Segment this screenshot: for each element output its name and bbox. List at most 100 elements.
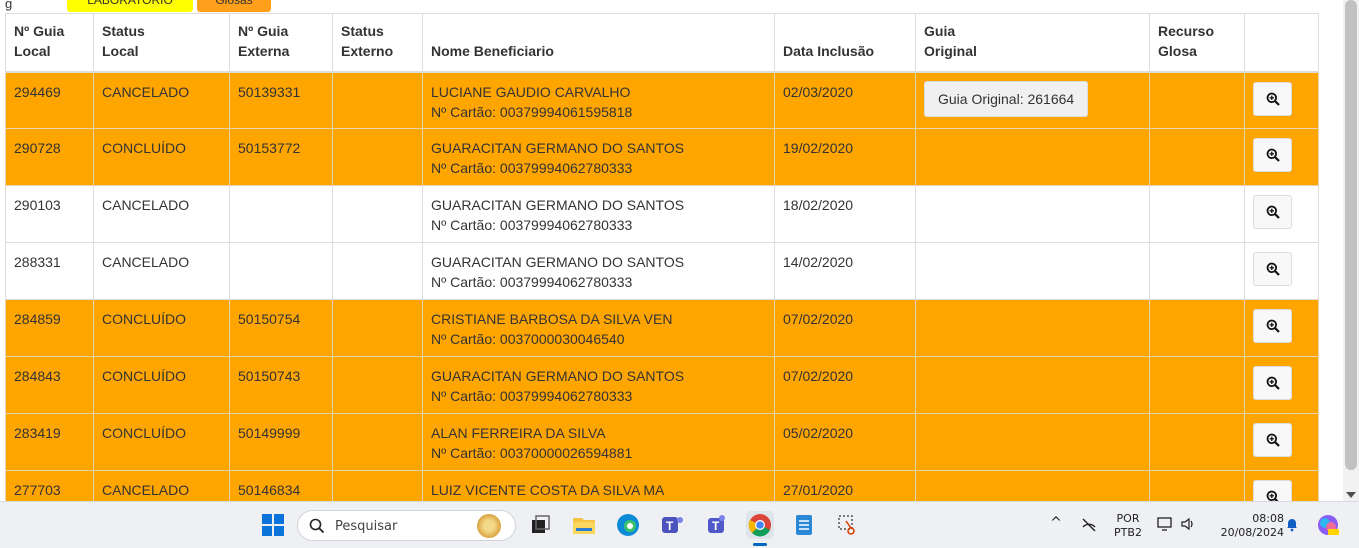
zoom-in-icon [1266, 205, 1280, 219]
actions-cell [1244, 242, 1319, 300]
header-line-1: Status [341, 22, 384, 39]
view-details-button[interactable] [1253, 81, 1292, 116]
status-local-cell: CANCELADO [93, 71, 230, 129]
guia-local-cell: 288331 [5, 242, 94, 300]
task-view-icon[interactable] [526, 511, 554, 539]
table-row: 284859 CONCLUÍDO 50150754 CRISTIANE BARBOSA… [5, 299, 1319, 357]
guia-original-cell [915, 413, 1150, 471]
header-line-2: Local [14, 42, 51, 59]
guia-externa-cell: 50153772 [229, 128, 333, 186]
actions-cell [1244, 356, 1319, 414]
header-line-1: Guia [924, 22, 956, 39]
guia-externa-cell: 50146834 [229, 470, 333, 501]
column-header: Data Inclusão [774, 13, 916, 73]
guia-original-button[interactable]: Guia Original: 261664 [924, 80, 1089, 117]
glosas-button[interactable]: Glosas [197, 0, 271, 12]
guia-externa-cell [229, 242, 333, 300]
view-details-button[interactable] [1253, 480, 1292, 501]
language-code: POR [1116, 512, 1140, 525]
recurso-glosa-cell [1149, 71, 1245, 129]
snipping-tool-icon[interactable] [834, 511, 862, 539]
recurso-glosa-cell [1149, 185, 1245, 243]
scroll-down-arrow-icon[interactable] [1346, 492, 1356, 498]
teams-work-icon[interactable]: T [702, 511, 730, 539]
header-line-1: Recurso [1158, 22, 1215, 39]
notification-bell-icon[interactable] [1284, 516, 1300, 536]
table-row: 294469 CANCELADO 50139331 LUCIANE GAUDIO CA… [5, 71, 1319, 129]
table-row: 277703 CANCELADO 50146834 LUIZ VICENTE COST… [5, 470, 1319, 501]
data-inclusao-cell: 14/02/2020 [774, 242, 916, 300]
status-externo-cell [332, 299, 423, 357]
guia-original-cell [915, 470, 1150, 501]
header-line-2: Data Inclusão [783, 42, 875, 59]
header-line-2: Externo [341, 42, 394, 59]
guia-original-cell [915, 128, 1150, 186]
guia-original-cell [915, 242, 1150, 300]
teams-icon[interactable]: T [658, 511, 686, 539]
notepad-icon[interactable] [790, 511, 818, 539]
network-icon[interactable] [1080, 517, 1098, 537]
show-hidden-icons-icon[interactable]: ^ [1048, 516, 1064, 530]
recurso-glosa-cell [1149, 128, 1245, 186]
filter-bar: g LABORATORIO Glosas [0, 0, 1300, 12]
table-row: 288331 CANCELADO GUARACITAN GERMANO DO SAN… [5, 242, 1319, 300]
column-header: Nº Guia Local [5, 13, 94, 73]
guia-externa-cell: 50150754 [229, 299, 333, 357]
status-local-cell: CONCLUÍDO [93, 356, 230, 414]
guia-local-cell: 290728 [5, 128, 94, 186]
zoom-in-icon [1266, 433, 1280, 447]
beneficiario-card: Nº Cartão: 00370000026594881 [431, 445, 633, 461]
beneficiario-card: Nº Cartão: 00379994062780333 [431, 274, 633, 290]
edge-icon[interactable] [614, 511, 642, 539]
view-details-button[interactable] [1253, 195, 1292, 229]
beneficiario-name: CRISTIANE BARBOSA DA SILVA VEN [431, 311, 673, 327]
vertical-scrollbar[interactable] [1343, 0, 1359, 501]
guia-externa-cell [229, 185, 333, 243]
zoom-in-icon [1266, 319, 1280, 333]
column-header: Status Externo [332, 13, 423, 73]
clock-date: 20/08/2024 [1220, 526, 1284, 539]
status-externo-cell [332, 413, 423, 471]
search-highlight-icon [477, 514, 501, 538]
beneficiario-name: LUIZ VICENTE COSTA DA SILVA MA [431, 482, 665, 498]
view-details-button[interactable] [1253, 423, 1292, 457]
laboratorio-button[interactable]: LABORATORIO [67, 0, 193, 12]
guia-local-cell: 283419 [5, 413, 94, 471]
data-inclusao-cell: 07/02/2020 [774, 299, 916, 357]
view-details-button[interactable] [1253, 366, 1292, 400]
recurso-glosa-cell [1149, 356, 1245, 414]
guias-table: Nº Guia Local Status Local Nº Guia Externa Sta… [5, 13, 1319, 501]
table-row: 284843 CONCLUÍDO 50150743 GUARACITAN GERMAN… [5, 356, 1319, 414]
beneficiario-card: Nº Cartão: 00379994062780333 [431, 388, 633, 404]
volume-icon[interactable] [1180, 516, 1196, 536]
beneficiario-cell: CRISTIANE BARBOSA DA SILVA VEN Nº Cartão:… [422, 299, 775, 357]
beneficiario-cell: GUARACITAN GERMANO DO SANTOS Nº Cartão: 0… [422, 356, 775, 414]
view-details-button[interactable] [1253, 138, 1292, 172]
guia-local-cell: 277703 [5, 470, 94, 501]
view-details-button[interactable] [1253, 252, 1292, 286]
zoom-in-icon [1266, 148, 1280, 162]
beneficiario-name: GUARACITAN GERMANO DO SANTOS [431, 140, 685, 156]
copilot-icon[interactable] [1316, 513, 1340, 541]
recurso-glosa-cell [1149, 413, 1245, 471]
actions-cell [1244, 413, 1319, 471]
taskbar-search-input[interactable]: Pesquisar [297, 510, 516, 541]
file-explorer-icon[interactable] [570, 511, 598, 539]
guia-local-cell: 284843 [5, 356, 94, 414]
windows-start-icon[interactable] [259, 511, 287, 539]
column-header: Nome Beneficiario [422, 13, 775, 73]
table-row: 290103 CANCELADO GUARACITAN GERMANO DO SAN… [5, 185, 1319, 243]
status-externo-cell [332, 356, 423, 414]
view-details-button[interactable] [1253, 309, 1292, 343]
data-inclusao-cell: 19/02/2020 [774, 128, 916, 186]
beneficiario-card: Nº Cartão: 00379994062780333 [431, 160, 633, 176]
chrome-icon[interactable] [746, 511, 774, 539]
search-icon [309, 518, 325, 534]
chrome-active-indicator [753, 543, 767, 546]
zoom-in-icon [1266, 92, 1280, 106]
status-local-cell: CANCELADO [93, 470, 230, 501]
display-icon[interactable] [1157, 516, 1173, 536]
language-indicator[interactable]: POR PTB2 [1110, 512, 1146, 540]
clock[interactable]: 08:08 20/08/2024 [1208, 512, 1284, 540]
scrollbar-thumb[interactable] [1345, 0, 1357, 470]
